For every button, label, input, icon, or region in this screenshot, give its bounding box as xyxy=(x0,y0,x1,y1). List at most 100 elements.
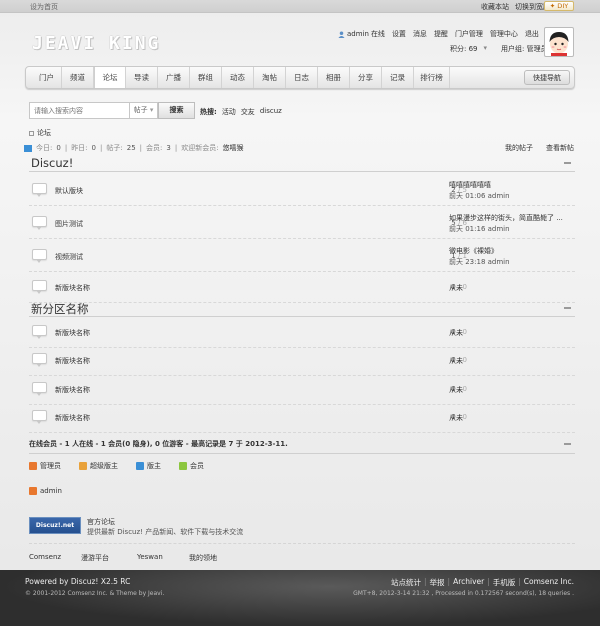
search-type-label: 帖子 xyxy=(133,106,148,114)
messages-link[interactable]: 消息 xyxy=(413,29,427,39)
username-link[interactable]: admin xyxy=(347,30,369,38)
hot-term[interactable]: discuz xyxy=(260,107,282,117)
notifications-link[interactable]: 提醒 xyxy=(434,29,448,39)
last-post-empty: 从未 xyxy=(449,357,463,365)
stat-yesterday-label: 昨日: xyxy=(71,144,88,152)
footer-link[interactable]: Comsenz Inc. xyxy=(524,577,574,588)
last-post-time: 前天 23:18 admin xyxy=(449,258,510,266)
last-post-title[interactable]: 微电影《裸婚》 xyxy=(449,246,498,256)
collapse-icon[interactable] xyxy=(564,443,571,445)
new-posts-link[interactable]: 查看新帖 xyxy=(546,143,574,153)
forum-name[interactable]: 新版块名称 xyxy=(55,356,90,366)
online-member-link[interactable]: admin xyxy=(40,487,62,495)
settings-link[interactable]: 设置 xyxy=(392,29,406,39)
member-icon xyxy=(179,462,187,470)
nav-item-ranking[interactable]: 排行榜 xyxy=(414,67,450,88)
moderator-icon xyxy=(136,462,144,470)
forum-bubble-icon xyxy=(32,280,47,294)
collapse-icon[interactable] xyxy=(564,162,571,164)
member-legend: 管理员 超级版主 版主 会员 xyxy=(29,461,204,471)
top-bar: 设为首页 收藏本站 切换到宽版 xyxy=(0,0,600,13)
server-time: GMT+8, 2012-3-14 21:32 , Processed in 0.… xyxy=(353,590,574,597)
friend-link[interactable]: 漫游平台 xyxy=(81,553,137,563)
friend-link[interactable]: Yeswan xyxy=(137,553,189,563)
logout-link[interactable]: 退出 xyxy=(525,29,539,39)
footer-link[interactable]: 举报 xyxy=(430,577,445,588)
section-header: Discuz! xyxy=(29,156,575,172)
main-nav: 门户 频道 论坛 导读 广播 群组 动态 淘帖 日志 相册 分享 记录 排行榜 … xyxy=(25,66,575,89)
collapse-icon[interactable] xyxy=(564,307,571,309)
footer-links: 站点统计 | 举报 | Archiver | 手机版 | Comsenz Inc. xyxy=(391,577,574,588)
set-home-link[interactable]: 设为首页 xyxy=(30,2,58,12)
last-post-title[interactable]: 嘻嘻嘻嘻嘻嘻 xyxy=(449,180,491,190)
friend-link[interactable]: Comsenz xyxy=(29,553,81,563)
forum-name[interactable]: 新版块名称 xyxy=(55,328,90,338)
friend-link-logo[interactable]: Discuz!.net xyxy=(29,517,81,534)
admin-center-link[interactable]: 管理中心 xyxy=(490,29,518,39)
forum-row: 新版块名称 0 / 0 从未 xyxy=(29,400,575,433)
forum-bubble-icon xyxy=(32,183,47,197)
forum-name[interactable]: 新版块名称 xyxy=(55,283,90,293)
forum-bubble-icon xyxy=(32,382,47,396)
points-link[interactable]: 积分: 69 xyxy=(450,44,478,54)
search-button[interactable]: 搜索 xyxy=(158,102,195,119)
hot-search-label: 热搜: xyxy=(200,108,217,116)
forum-row: 图片测试 5 / 6 如果漫步这样的街头，简直酷毙了 ... 前天 01:16 … xyxy=(29,206,575,239)
section-title[interactable]: Discuz! xyxy=(31,156,73,170)
nav-item-records[interactable]: 记录 xyxy=(382,67,414,88)
newest-member-link[interactable]: 悠嘻猴 xyxy=(223,143,244,153)
portal-admin-link[interactable]: 门户管理 xyxy=(455,29,483,39)
copyright: © 2001-2012 Comsenz Inc. & Theme by Jeav… xyxy=(25,590,165,597)
nav-item-collection[interactable]: 淘帖 xyxy=(254,67,286,88)
user-group-link[interactable]: 用户组: 管理员 xyxy=(501,44,548,54)
user-icon xyxy=(338,30,345,38)
last-post-title[interactable]: 如果漫步这样的街头，简直酷毙了 ... xyxy=(449,213,563,223)
legend-item: 版主 xyxy=(136,461,161,471)
online-summary[interactable]: 在线会员 - 1 人在线 - 1 会员(0 隐身), 0 位游客 - 最高记录是… xyxy=(29,440,288,448)
nav-item-broadcast[interactable]: 广播 xyxy=(158,67,190,88)
stat-posts-label: 帖子: xyxy=(106,144,123,152)
forum-name[interactable]: 默认版块 xyxy=(55,186,83,196)
site-logo[interactable]: JEAVI KING xyxy=(32,33,160,54)
friend-link[interactable]: 我的领地 xyxy=(189,553,217,563)
nav-item-feed[interactable]: 动态 xyxy=(222,67,254,88)
nav-item-groups[interactable]: 群组 xyxy=(190,67,222,88)
powered-by[interactable]: Powered by Discuz! X2.5 RC xyxy=(25,577,130,586)
forum-row: 默认版块 2 / 5 嘻嘻嘻嘻嘻嘻 前天 01:06 admin xyxy=(29,173,575,206)
forum-name[interactable]: 新版块名称 xyxy=(55,413,90,423)
hot-term[interactable]: 交友 xyxy=(241,107,255,117)
search-input[interactable] xyxy=(29,102,130,119)
search-type-select[interactable]: 帖子 ▾ xyxy=(130,102,158,119)
user-meta: 积分: 69 ▾ 用户组: 管理员 xyxy=(450,44,548,54)
nav-item-channel[interactable]: 频道 xyxy=(62,67,94,88)
nav-item-blog[interactable]: 日志 xyxy=(286,67,318,88)
friend-link-title[interactable]: 官方论坛 xyxy=(87,517,115,527)
hot-term[interactable]: 活动 xyxy=(222,107,236,117)
forum-name[interactable]: 视频测试 xyxy=(55,252,83,262)
diy-button[interactable]: ✦ DIY xyxy=(544,1,574,11)
avatar[interactable] xyxy=(544,27,574,57)
footer-link[interactable]: Archiver xyxy=(453,577,484,588)
last-post-empty: 从未 xyxy=(449,329,463,337)
legend-item: 会员 xyxy=(179,461,204,471)
forum-name[interactable]: 图片测试 xyxy=(55,219,83,229)
stat-yesterday: 0 xyxy=(91,144,97,152)
chart-icon xyxy=(24,144,32,152)
footer-link[interactable]: 站点统计 xyxy=(391,577,421,588)
stat-newest-label: 欢迎新会员: xyxy=(181,144,219,152)
forum-bubble-icon xyxy=(32,410,47,424)
my-posts-link[interactable]: 我的帖子 xyxy=(505,143,533,153)
stat-members: 3 xyxy=(166,144,171,152)
bookmark-link[interactable]: 收藏本站 xyxy=(481,2,509,12)
nav-item-portal[interactable]: 门户 xyxy=(32,67,62,88)
home-icon[interactable] xyxy=(29,130,34,136)
online-members-bar: 在线会员 - 1 人在线 - 1 会员(0 隐身), 0 位游客 - 最高记录是… xyxy=(29,439,575,454)
breadcrumb-forum[interactable]: 论坛 xyxy=(37,128,51,138)
nav-item-guide[interactable]: 导读 xyxy=(126,67,158,88)
footer-link[interactable]: 手机版 xyxy=(493,577,516,588)
forum-name[interactable]: 新版块名称 xyxy=(55,385,90,395)
quick-nav-button[interactable]: 快捷导航 xyxy=(524,70,570,85)
nav-item-forum[interactable]: 论坛 xyxy=(94,67,126,88)
nav-item-album[interactable]: 相册 xyxy=(318,67,350,88)
nav-item-share[interactable]: 分享 xyxy=(350,67,382,88)
